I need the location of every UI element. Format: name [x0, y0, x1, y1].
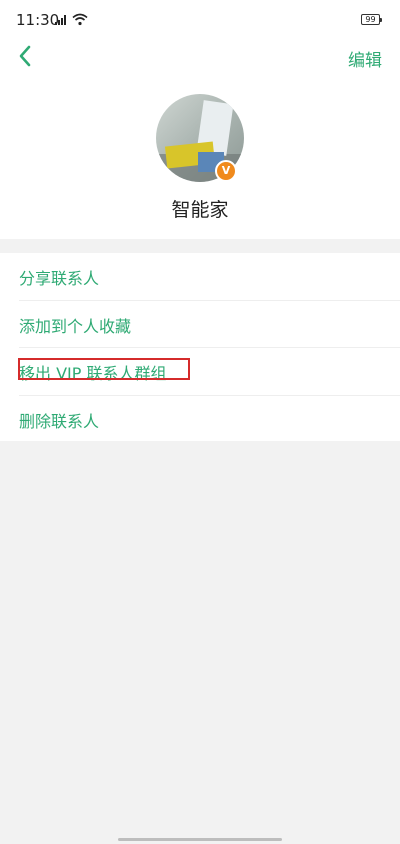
contact-actions-list: 分享联系人 添加到个人收藏 移出 VIP 联系人群组 删除联系人: [0, 253, 400, 441]
add-to-favorites-item[interactable]: 添加到个人收藏: [0, 301, 400, 348]
delete-contact-item[interactable]: 删除联系人: [0, 396, 400, 443]
menu-item-label: 删除联系人: [19, 412, 100, 431]
menu-item-label: 分享联系人: [19, 269, 100, 288]
status-time: 11:30: [16, 11, 60, 29]
share-contact-item[interactable]: 分享联系人: [0, 253, 400, 300]
battery-icon: 99: [361, 14, 382, 25]
contact-header: 11:30 99 编辑 V 智能家: [0, 0, 400, 239]
back-button[interactable]: [14, 44, 38, 68]
status-bar: 11:30 99: [0, 0, 400, 40]
chevron-left-icon: [19, 45, 31, 67]
home-indicator[interactable]: [118, 838, 282, 841]
vip-badge-icon: V: [215, 160, 237, 182]
menu-item-label: 添加到个人收藏: [19, 317, 132, 336]
wifi-icon: [72, 13, 88, 26]
highlight-box: [18, 358, 190, 380]
contact-name: 智能家: [171, 199, 229, 221]
signal-icon: [55, 15, 66, 25]
edit-button[interactable]: 编辑: [348, 46, 382, 71]
